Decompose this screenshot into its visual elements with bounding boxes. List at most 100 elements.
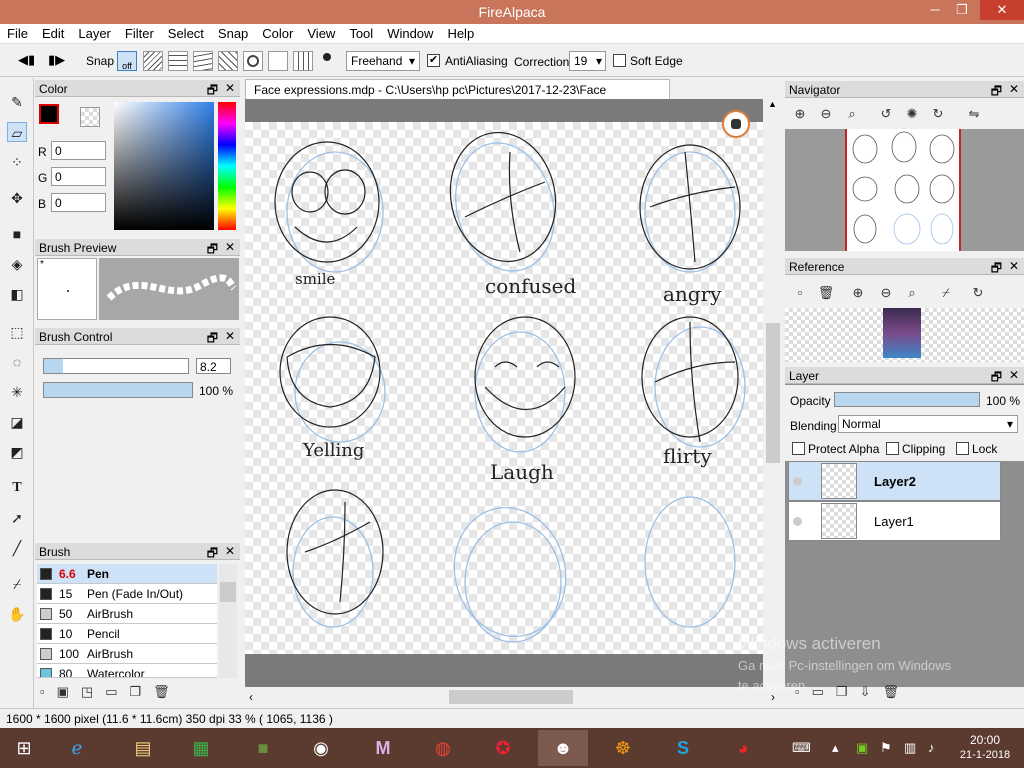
horizontal-scrollbar[interactable]: ‹ ›	[245, 689, 781, 706]
saturation-value-picker[interactable]	[114, 102, 214, 230]
brush-item[interactable]: 15 Pen (Fade In/Out)	[37, 584, 217, 604]
duplicate-icon[interactable]: ❐	[130, 684, 154, 699]
flip-icon[interactable]: ⇋	[965, 105, 983, 123]
menu-window[interactable]: Window	[380, 24, 440, 41]
close-icon[interactable]: ✕	[1009, 82, 1019, 96]
brush-list-scrollbar[interactable]	[219, 564, 237, 678]
gradient-tool-icon[interactable]: ◧	[7, 284, 27, 304]
brush-item[interactable]: 50 AirBrush	[37, 604, 217, 624]
prev-icon[interactable]: ◀▮	[18, 52, 35, 68]
ie-icon[interactable]: ℯ	[52, 730, 102, 766]
minimize-button[interactable]: ─	[920, 0, 950, 20]
zoom-out-icon[interactable]: ⊖	[817, 105, 835, 123]
hue-slider[interactable]	[218, 102, 236, 230]
menu-select[interactable]: Select	[161, 24, 211, 41]
snap-circle-icon[interactable]	[243, 51, 263, 71]
select-rect-tool-icon[interactable]: ⬚	[7, 322, 27, 342]
antialias-checkbox[interactable]: ✔	[427, 54, 440, 67]
scroll-up-icon[interactable]: ▲	[768, 99, 777, 109]
rotate-left-icon[interactable]: ↺	[877, 105, 895, 123]
nvidia-icon[interactable]: ▣	[856, 740, 868, 756]
close-icon[interactable]: ✕	[1009, 259, 1019, 273]
eyedropper-tool-icon[interactable]: ⌿	[7, 574, 27, 594]
clipping-checkbox[interactable]	[886, 442, 899, 455]
brush-opacity-slider[interactable]	[43, 382, 193, 398]
menu-edit[interactable]: Edit	[35, 24, 71, 41]
app-record-icon[interactable]: ◕	[718, 730, 768, 766]
brush-item[interactable]: 100 AirBrush	[37, 644, 217, 664]
softedge-checkbox[interactable]	[613, 54, 626, 67]
copy-brush-icon[interactable]: ▣	[57, 684, 81, 699]
delete-brush-icon[interactable]: 🗑	[153, 684, 182, 699]
zoom-in-icon[interactable]: ⊕	[849, 284, 867, 302]
app-wheel-icon[interactable]: ☸	[598, 730, 648, 766]
new-folder-icon[interactable]: ▭	[812, 684, 836, 699]
dot-tool-icon[interactable]: ⁘	[7, 152, 27, 172]
skype-icon[interactable]: S	[658, 730, 708, 766]
open-reference-icon[interactable]: ▫	[791, 284, 809, 302]
zoom-fit-icon[interactable]: ⌕	[843, 105, 861, 123]
reference-view[interactable]	[785, 308, 1024, 362]
snap-radial-icon[interactable]	[218, 51, 238, 71]
r-input[interactable]: 0	[51, 141, 106, 160]
transparent-color-swatch[interactable]	[80, 107, 100, 127]
merge-layer-icon[interactable]: ⇩	[860, 684, 883, 699]
close-icon[interactable]: ✕	[1009, 368, 1019, 382]
g-input[interactable]: 0	[51, 167, 106, 186]
close-icon[interactable]: ✕	[225, 329, 235, 343]
snap-dot-icon[interactable]	[323, 53, 331, 61]
tray-arrow-icon[interactable]: ▴	[832, 740, 839, 756]
new-brush-icon[interactable]: ▫	[40, 684, 57, 699]
scroll-left-icon[interactable]: ‹	[249, 690, 253, 704]
delete-reference-icon[interactable]: 🗑	[817, 284, 835, 302]
network-icon[interactable]: ▥	[904, 740, 916, 756]
bucket-tool-icon[interactable]: ◈	[7, 254, 27, 274]
divide-tool-icon[interactable]: ╱	[7, 538, 27, 558]
brush-item[interactable]: 80 Watercolor	[37, 664, 217, 678]
menu-layer[interactable]: Layer	[71, 24, 118, 41]
correction-select[interactable]: 19 ▾	[569, 51, 606, 71]
snap-grid-icon[interactable]	[168, 51, 188, 71]
zoom-out-icon[interactable]: ⊖	[877, 284, 895, 302]
delete-layer-icon[interactable]: 🗑	[882, 684, 911, 699]
layer-row[interactable]: Layer2	[788, 461, 1001, 501]
volume-icon[interactable]: ♪	[928, 740, 935, 755]
brush-item[interactable]: 6.6 Pen	[37, 564, 217, 584]
start-icon[interactable]: ⊞	[0, 730, 48, 766]
close-icon[interactable]: ✕	[225, 544, 235, 558]
firealpaca-taskbar-icon[interactable]: ☻	[538, 730, 588, 766]
menu-file[interactable]: File	[0, 24, 35, 41]
float-icon[interactable]: 🗗	[991, 82, 1002, 103]
select-eraser-tool-icon[interactable]: ◩	[7, 442, 27, 462]
steam-icon[interactable]: ◉	[296, 730, 346, 766]
snap-curve-icon[interactable]	[193, 51, 213, 71]
folder-icon[interactable]: ▭	[105, 684, 129, 699]
protect-alpha-checkbox[interactable]	[792, 442, 805, 455]
float-icon[interactable]: 🗗	[207, 544, 218, 565]
magic-wand-tool-icon[interactable]: ✳	[7, 382, 27, 402]
new-layer-icon[interactable]: ▫	[795, 684, 812, 699]
blending-select[interactable]: Normal ▾	[838, 415, 1018, 433]
close-icon[interactable]: ✕	[225, 240, 235, 254]
eraser-tool-icon[interactable]: ▱	[7, 122, 27, 142]
store-icon[interactable]: ▦	[176, 730, 226, 766]
snap-perspective-icon[interactable]	[293, 51, 313, 71]
visibility-icon[interactable]	[793, 517, 802, 526]
snap-off-button[interactable]: off	[117, 51, 137, 71]
text-tool-icon[interactable]: T	[7, 478, 27, 498]
zoom-in-icon[interactable]: ⊕	[791, 105, 809, 123]
navigator-view[interactable]	[785, 129, 1024, 251]
minecraft-icon[interactable]: ■	[238, 730, 288, 766]
float-icon[interactable]: 🗗	[991, 259, 1002, 280]
vertical-scrollbar[interactable]: ▲	[765, 99, 781, 687]
float-icon[interactable]: 🗗	[207, 81, 218, 102]
snap-parallel-icon[interactable]	[143, 51, 163, 71]
rotate-reset-icon[interactable]: ✺	[903, 105, 921, 123]
lasso-tool-icon[interactable]: ◌	[7, 352, 27, 372]
maximize-button[interactable]: ❐	[947, 0, 977, 20]
menu-color[interactable]: Color	[255, 24, 300, 41]
menu-help[interactable]: Help	[440, 24, 481, 41]
brush-size-slider[interactable]	[43, 358, 189, 374]
layer-row[interactable]: Layer1	[788, 501, 1001, 541]
brush-item[interactable]: 10 Pencil	[37, 624, 217, 644]
